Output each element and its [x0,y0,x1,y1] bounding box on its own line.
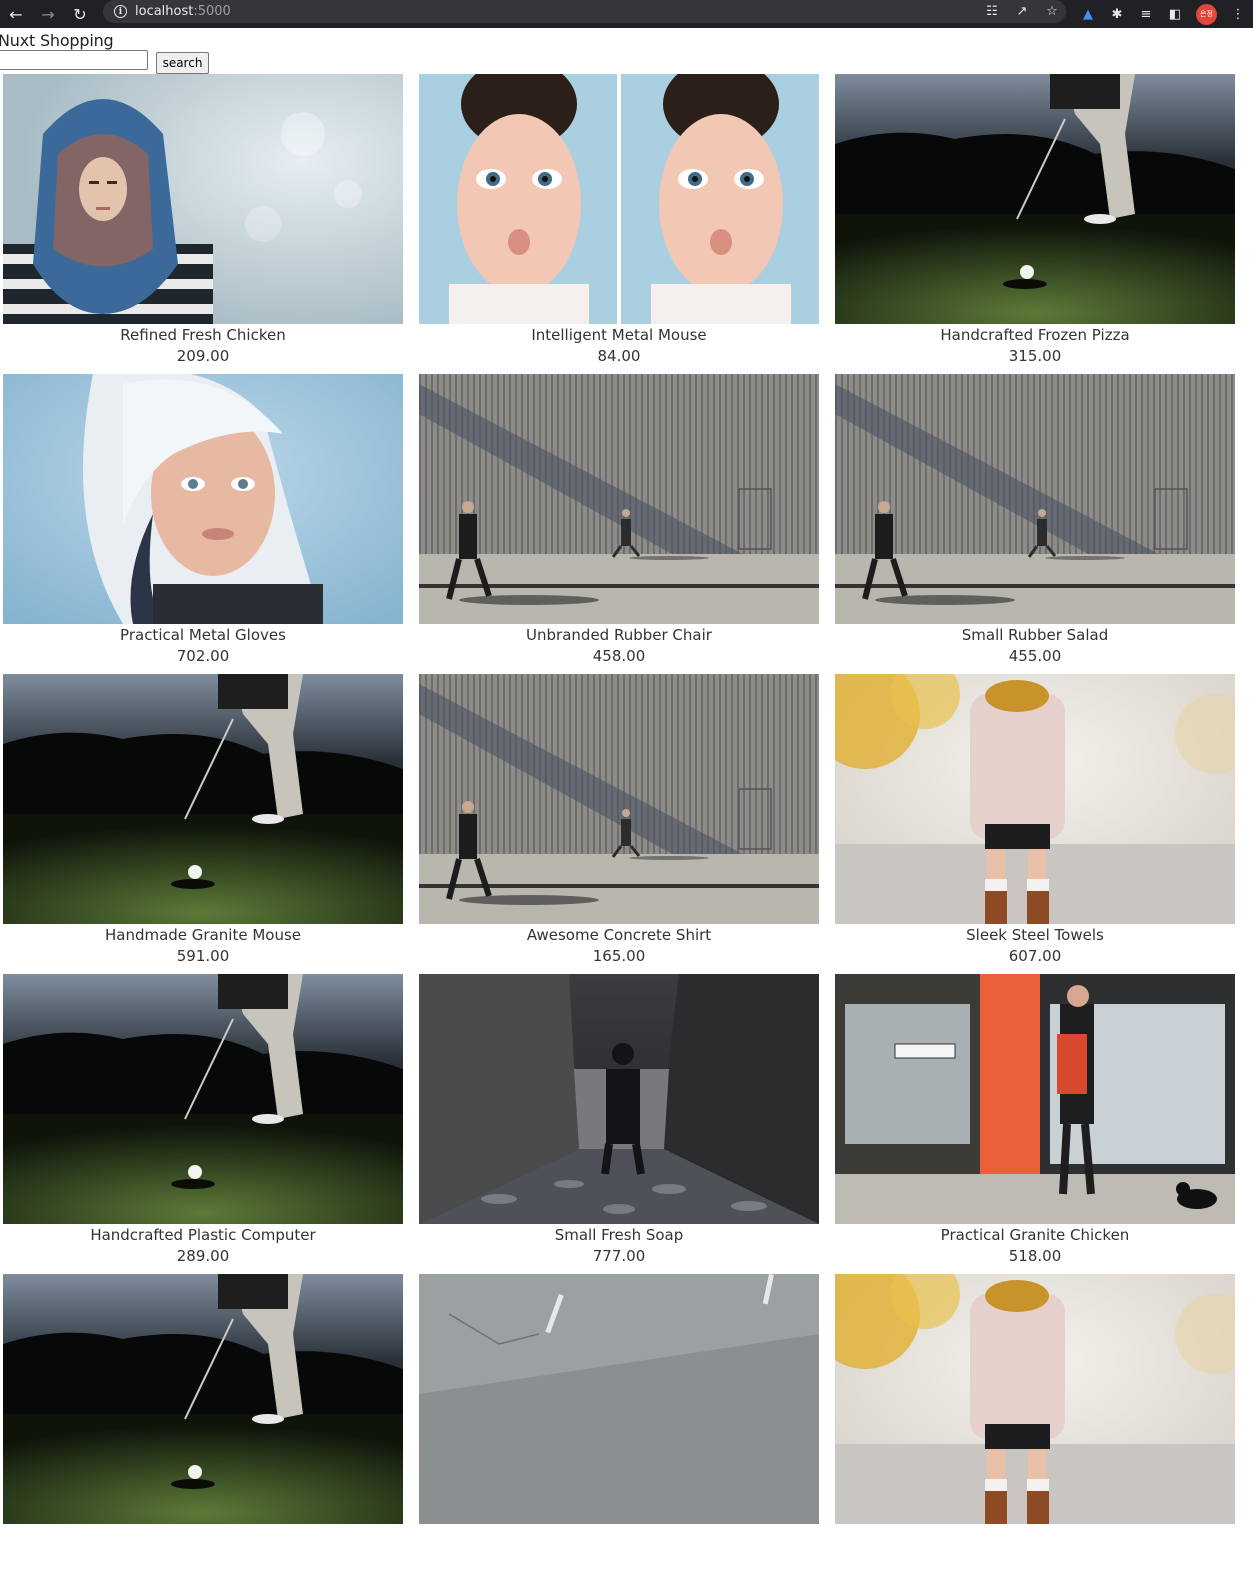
extensions-puzzle-icon[interactable]: ✱ [1109,7,1125,22]
product-price: 591.00 [176,947,230,965]
product-card[interactable]: Handmade Granite Mouse 591.00 [3,674,403,974]
product-card[interactable]: Handcrafted Plastic Computer 289.00 [3,974,403,1274]
media-queue-icon[interactable]: ≡ [1138,7,1154,22]
product-price: 455.00 [1008,647,1062,665]
product-name[interactable]: Small Fresh Soap [419,1225,819,1246]
product-price: 777.00 [592,1247,646,1265]
bookmark-star-icon[interactable]: ☆ [1044,4,1060,19]
product-image[interactable] [3,1274,403,1524]
product-name[interactable]: Practical Metal Gloves [3,625,403,646]
product-image[interactable] [835,74,1235,324]
product-card[interactable]: Practical Metal Gloves 702.00 [3,374,403,674]
share-icon[interactable]: ↗ [1014,4,1030,19]
product-card[interactable]: Handcrafted Frozen Pizza 315.00 [835,74,1235,374]
product-card[interactable]: Intelligent Metal Mouse 84.00 [419,74,819,374]
product-image[interactable] [835,374,1235,624]
product-card[interactable]: Awesome Concrete Shirt 165.00 [419,674,819,974]
product-name[interactable]: Handcrafted Plastic Computer [3,1225,403,1246]
search-button[interactable]: search [156,52,209,74]
product-card[interactable]: Small Rubber Salad 455.00 [835,374,1235,674]
product-name[interactable]: Handcrafted Frozen Pizza [835,325,1235,346]
product-card[interactable]: Small Fresh Soap 777.00 [419,974,819,1274]
product-card[interactable]: Unbranded Rubber Chair 458.00 [419,374,819,674]
site-info-icon[interactable]: i [114,5,127,18]
product-price: 518.00 [1008,1247,1062,1265]
url-text[interactable]: localhost:5000 [135,4,231,19]
product-card[interactable] [3,1274,403,1574]
translate-icon[interactable]: ☷ [984,4,1000,19]
product-card[interactable]: Practical Granite Chicken 518.00 [835,974,1235,1274]
product-name[interactable]: Handmade Granite Mouse [3,925,403,946]
product-name[interactable]: Intelligent Metal Mouse [419,325,819,346]
product-card[interactable]: Sleek Steel Towels 607.00 [835,674,1235,974]
side-panel-icon[interactable]: ◧ [1167,7,1183,22]
forward-arrow-icon[interactable]: → [38,4,58,24]
product-name[interactable]: Small Rubber Salad [835,625,1235,646]
product-price: 84.00 [597,347,641,365]
back-arrow-icon[interactable]: ← [6,4,26,24]
product-card[interactable] [419,1274,819,1574]
product-image[interactable] [835,974,1235,1224]
product-image[interactable] [419,74,819,324]
product-price: 458.00 [592,647,646,665]
search-input[interactable] [0,50,148,70]
site-title: Nuxt Shopping [0,31,114,50]
product-name[interactable]: Awesome Concrete Shirt [419,925,819,946]
product-image[interactable] [419,1274,819,1524]
address-bar[interactable]: i localhost:5000 ☷ ↗ ☆ [103,0,1066,23]
product-card[interactable] [835,1274,1235,1574]
product-name[interactable]: Sleek Steel Towels [835,925,1235,946]
product-image[interactable] [3,674,403,924]
product-price: 289.00 [176,1247,230,1265]
product-price: 607.00 [1008,947,1062,965]
profile-avatar[interactable]: 은정 [1196,3,1217,25]
product-image[interactable] [419,374,819,624]
product-card[interactable]: Refined Fresh Chicken 209.00 [3,74,403,374]
product-name[interactable]: Refined Fresh Chicken [3,325,403,346]
menu-kebab-icon[interactable]: ⋮ [1230,7,1246,22]
product-image[interactable] [419,674,819,924]
product-price: 209.00 [176,347,230,365]
product-image[interactable] [835,674,1235,924]
reload-icon[interactable]: ↻ [70,4,90,24]
product-name[interactable]: Unbranded Rubber Chair [419,625,819,646]
product-price: 165.00 [592,947,646,965]
extension-drive-icon[interactable]: ▲ [1080,7,1096,22]
product-price: 702.00 [176,647,230,665]
product-image[interactable] [3,374,403,624]
product-price: 315.00 [1008,347,1062,365]
browser-toolbar: ← → ↻ i localhost:5000 ☷ ↗ ☆ ▲ ✱ ≡ ◧ 은정 … [0,0,1253,28]
product-image[interactable] [835,1274,1235,1524]
product-image[interactable] [3,974,403,1224]
product-grid: Refined Fresh Chicken 209.00 Intelligent … [3,74,1253,1574]
product-image[interactable] [3,74,403,324]
product-image[interactable] [419,974,819,1224]
product-name[interactable]: Practical Granite Chicken [835,1225,1235,1246]
